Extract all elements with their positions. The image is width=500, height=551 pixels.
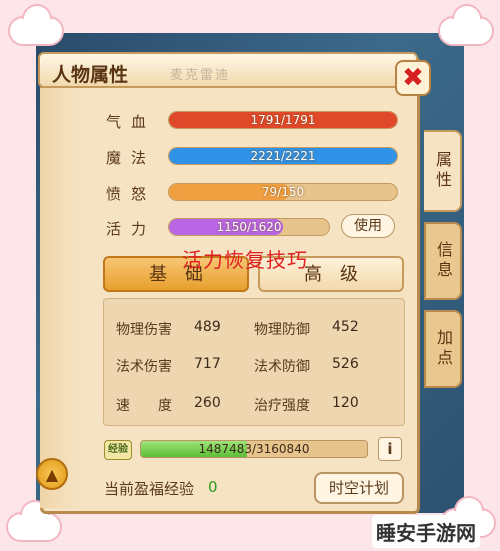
attr-value: 120 xyxy=(332,395,359,411)
bless-exp-value: 0 xyxy=(208,478,218,496)
window-title: 人物属性 xyxy=(52,64,129,86)
cloud-decoration xyxy=(6,512,62,542)
attr-label: 速 度 xyxy=(116,398,172,414)
rage-bar: 79/150 xyxy=(168,183,398,201)
cloud-decoration xyxy=(8,16,64,46)
rage-bar-text: 79/150 xyxy=(261,185,305,199)
overlay-caption: 活力恢复技巧 xyxy=(182,248,308,272)
attr-label: 物理伤害 xyxy=(116,322,172,338)
side-tab-attributes[interactable]: 属性 xyxy=(424,130,462,212)
title-bar: 人物属性 麦克雷迪 xyxy=(38,52,418,88)
close-icon: ✖ xyxy=(402,63,424,93)
info-button[interactable]: i xyxy=(378,437,402,461)
space-time-plan-button[interactable]: 时空计划 xyxy=(314,472,404,504)
side-tab-info[interactable]: 信息 xyxy=(424,222,462,300)
stat-label-hp: 气血 xyxy=(106,113,157,131)
attr-label: 物理防御 xyxy=(254,322,310,338)
attr-label: 法术伤害 xyxy=(116,359,172,375)
cloud-decoration xyxy=(438,16,494,46)
exp-bar-text: 1487483/3160840 xyxy=(198,442,310,456)
hp-bar-text: 1791/1791 xyxy=(250,113,316,127)
scroll-up-icon[interactable]: ▲ xyxy=(36,458,68,490)
mp-bar-text: 2221/2221 xyxy=(250,149,316,163)
attr-value: 260 xyxy=(194,395,221,411)
exp-badge: 经验 xyxy=(104,440,132,460)
bless-exp-label: 当前盈福经验 xyxy=(104,480,195,498)
use-button[interactable]: 使用 xyxy=(341,214,395,238)
close-button[interactable]: ✖ xyxy=(395,60,431,96)
side-tab-add-points[interactable]: 加点 xyxy=(424,310,462,388)
mp-bar: 2221/2221 xyxy=(168,147,398,165)
attr-value: 489 xyxy=(194,319,221,335)
attr-label: 法术防御 xyxy=(254,359,310,375)
attr-value: 717 xyxy=(194,356,221,372)
exp-bar: 1487483/3160840 xyxy=(140,440,368,458)
vitality-bar: 1150/1620 xyxy=(168,218,330,236)
panel-side-decoration xyxy=(40,88,80,508)
watermark: 睡安手游网 xyxy=(372,515,480,548)
attribute-box: 物理伤害 489 物理防御 452 法术伤害 717 法术防御 526 速 度 … xyxy=(103,298,405,426)
stat-label-rage: 愤怒 xyxy=(106,185,157,203)
vitality-bar-text: 1150/1620 xyxy=(216,220,282,234)
stat-label-vitality: 活力 xyxy=(106,220,157,238)
attr-value: 526 xyxy=(332,356,359,372)
hp-bar: 1791/1791 xyxy=(168,111,398,129)
attr-label: 治疗强度 xyxy=(254,398,310,414)
title-decoration: 麦克雷迪 xyxy=(170,68,231,83)
attr-value: 452 xyxy=(332,319,359,335)
stat-label-mp: 魔法 xyxy=(106,149,157,167)
